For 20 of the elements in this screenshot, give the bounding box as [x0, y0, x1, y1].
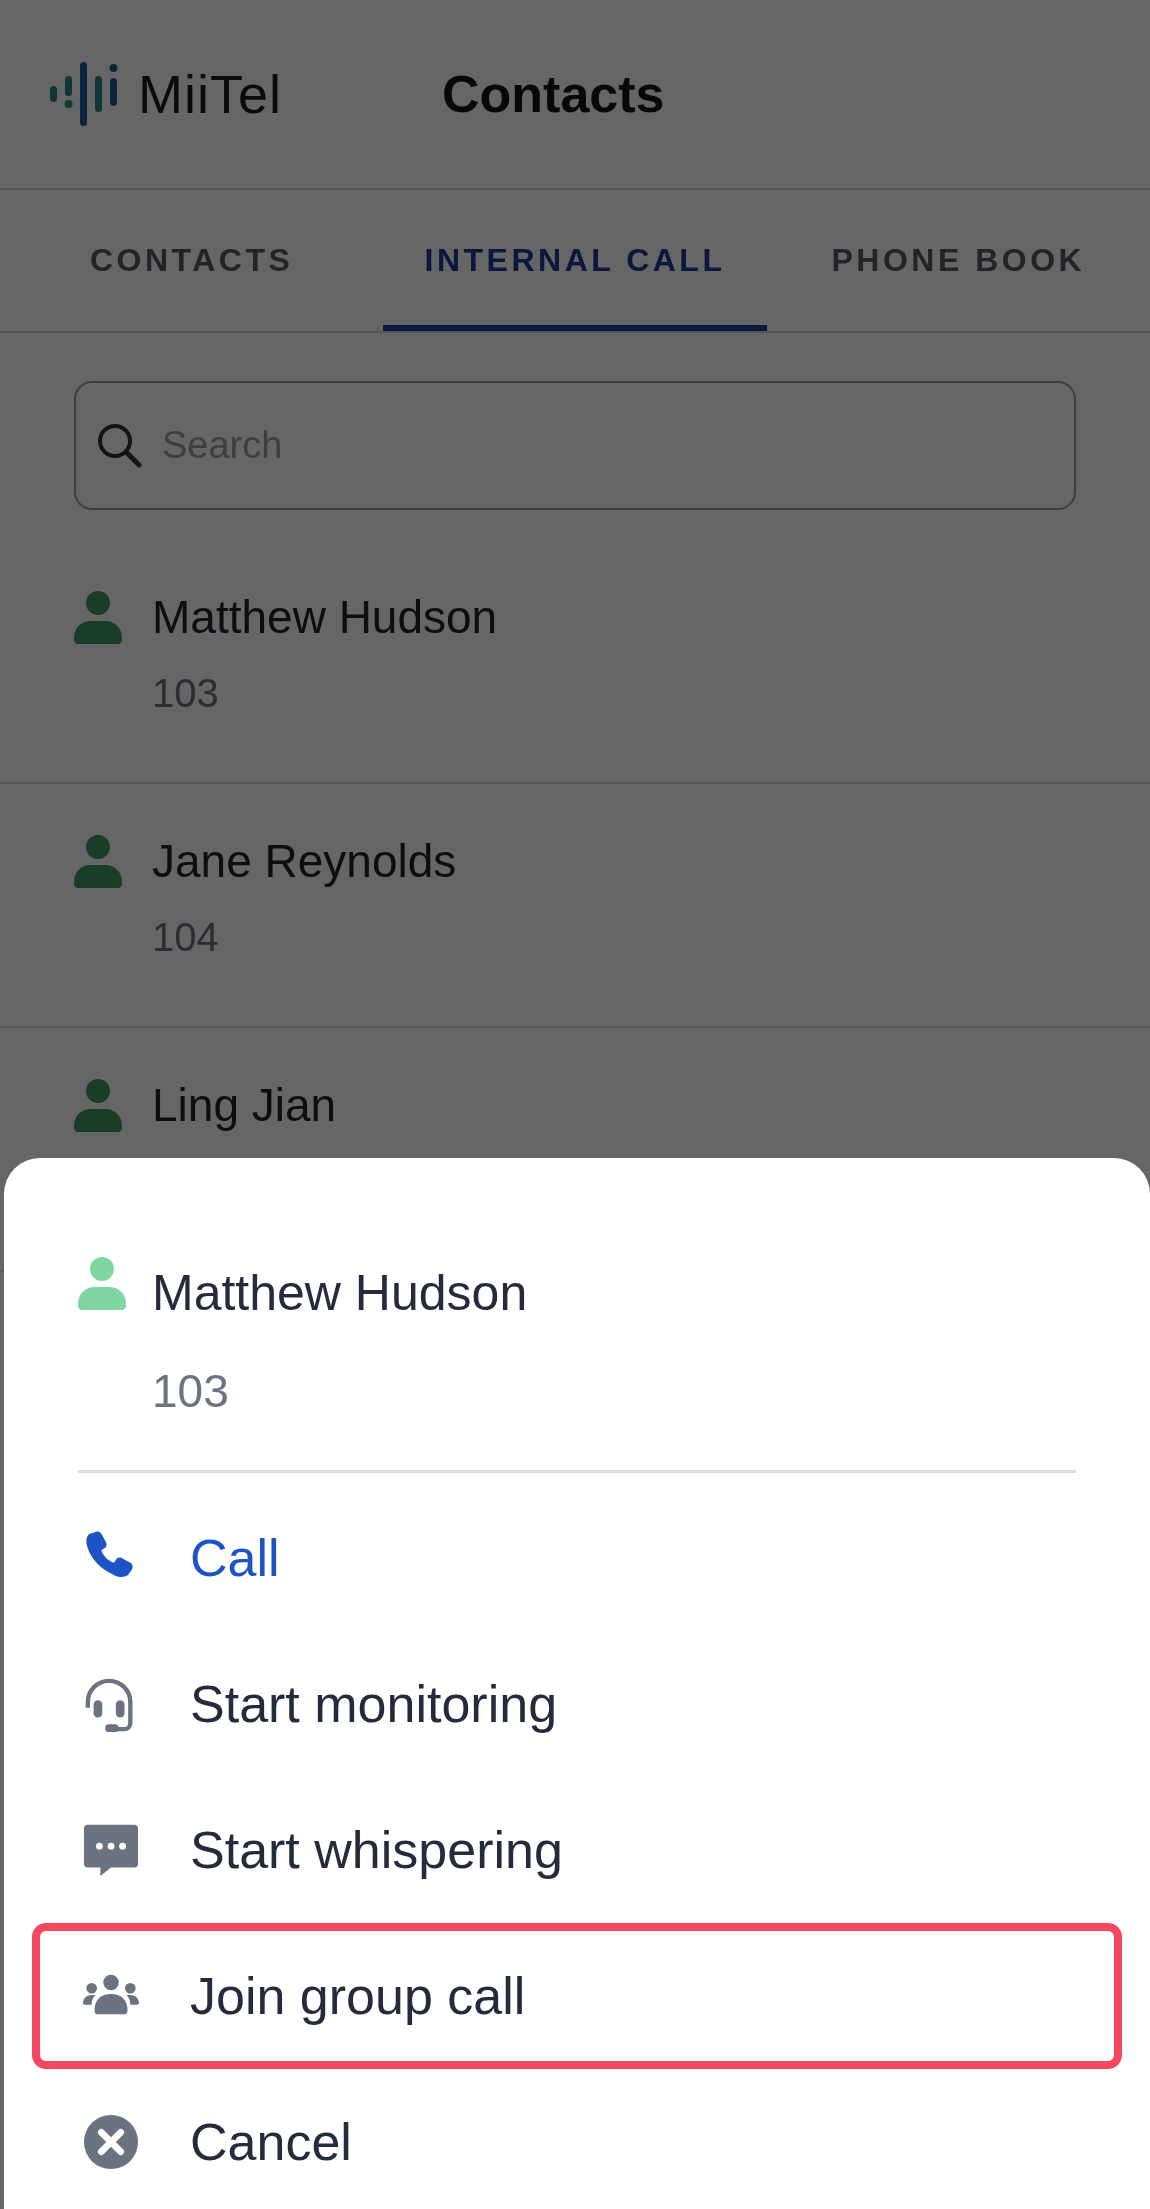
close-icon	[82, 2112, 140, 2172]
contact-name: Matthew Hudson	[152, 1264, 528, 1323]
logo-text: MiiTel	[138, 62, 282, 126]
contact-name: Jane Reynolds	[152, 834, 457, 889]
contact-extension: 104	[152, 914, 220, 962]
page-title: Contacts	[442, 64, 665, 125]
contact-extension: 103	[152, 1364, 230, 1419]
person-icon	[74, 590, 122, 644]
menu-item[interactable]: Join group call	[32, 1923, 1122, 2069]
contact-name: Matthew Hudson	[152, 590, 498, 645]
person-icon	[74, 1078, 122, 1132]
menu-item[interactable]: Cancel	[32, 2069, 1122, 2209]
person-icon	[78, 1256, 126, 1310]
contact-name: Ling Jian	[152, 1078, 337, 1133]
menu-item[interactable]: Start monitoring	[32, 1631, 1122, 1777]
menu-item[interactable]: Start whispering	[32, 1777, 1122, 1923]
person-icon	[74, 834, 122, 888]
menu-item[interactable]: Call	[32, 1485, 1122, 1631]
search-icon	[96, 422, 142, 468]
contact-extension: 103	[152, 670, 220, 718]
